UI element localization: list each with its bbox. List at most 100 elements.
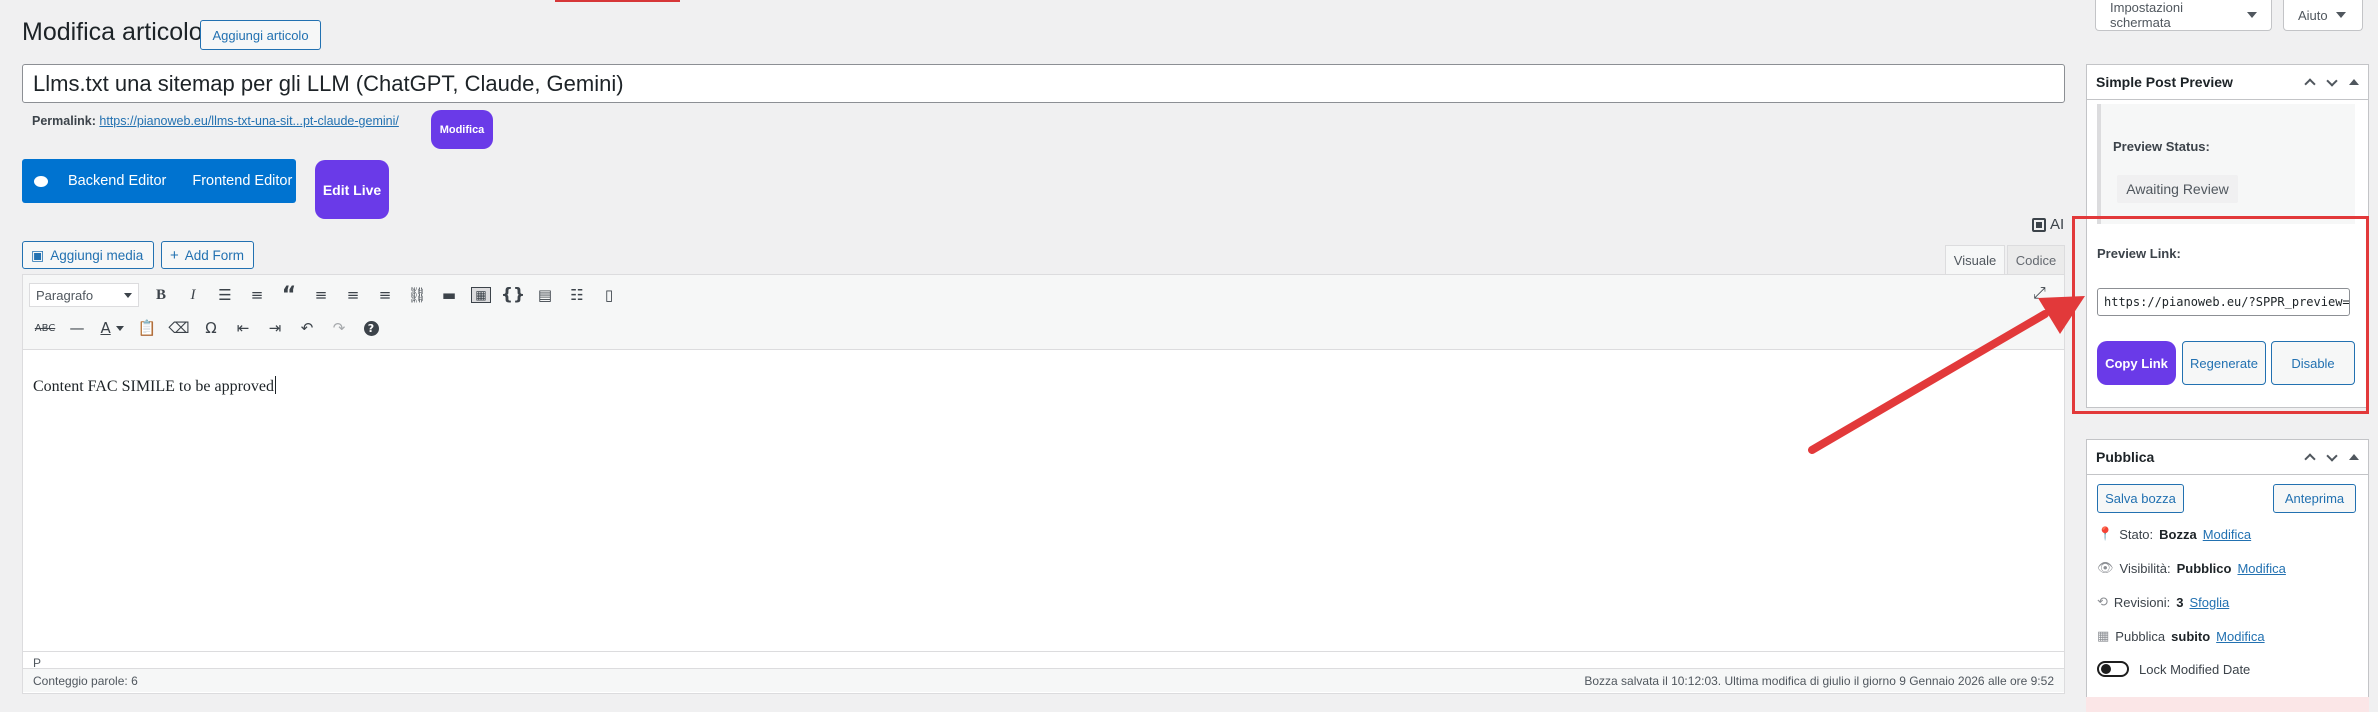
save-draft-button[interactable]: Salva bozza (2097, 484, 2184, 513)
publish-header: Pubblica (2086, 439, 2369, 475)
text-color-icon[interactable]: A (93, 314, 131, 342)
indent-icon[interactable]: ⇥ (259, 314, 291, 342)
permalink-label: Permalink: (32, 114, 96, 128)
tab-visual[interactable]: Visuale (1945, 245, 2005, 275)
read-more-icon[interactable]: ▬ (433, 281, 465, 309)
redo-icon[interactable]: ↷ (323, 314, 355, 342)
edit-live-button[interactable]: Edit Live (315, 160, 389, 219)
history-icon: ⟲ (2097, 594, 2108, 609)
publish-edit-link[interactable]: Modifica (2216, 629, 2264, 644)
align-center-icon[interactable]: ≡ (337, 281, 369, 309)
outdent-icon[interactable]: ⇤ (227, 314, 259, 342)
bullet-list-icon[interactable]: ☰ (209, 281, 241, 309)
code-braces-icon[interactable]: {} (497, 281, 529, 309)
numbered-list-icon[interactable]: ≡ (241, 281, 273, 309)
help-tab[interactable]: Aiuto (2283, 0, 2363, 31)
ai-label: AI (2050, 216, 2065, 233)
align-right-icon[interactable]: ≡ (369, 281, 401, 309)
publish-title: Pubblica (2096, 448, 2155, 465)
visibility-label: Visibilità: (2119, 560, 2171, 576)
format-select[interactable]: Paragrafo (29, 283, 139, 307)
top-accent-line (555, 0, 680, 2)
screen-options-tab[interactable]: Impostazioni schermata (2095, 0, 2272, 31)
list-icon[interactable]: ☷ (561, 281, 593, 309)
media-icon: ▣ (31, 246, 45, 263)
toolbar-toggle-icon[interactable]: ▦ (465, 281, 497, 309)
toolbar-row-1: Paragrafo B I ☰ ≡ “ ≡ ≡ ≡ ⛓ ▬ ▦ {} ▤ ☷ ▯ (29, 281, 625, 309)
editor-content[interactable]: Content FAC SIMILE to be approved (33, 376, 277, 396)
add-new-post-button[interactable]: Aggiungi articolo (200, 20, 321, 50)
status-edit-link[interactable]: Modifica (2203, 527, 2251, 542)
status-label: Stato: (2119, 526, 2154, 542)
chip-icon (2032, 217, 2046, 232)
document-icon[interactable]: ▤ (529, 281, 561, 309)
add-media-button[interactable]: ▣ Aggiungi media (22, 241, 154, 269)
undo-icon[interactable]: ↶ (291, 314, 323, 342)
copy-link-button[interactable]: Copy Link (2097, 341, 2176, 385)
lock-modified-toggle[interactable] (2097, 661, 2129, 677)
format-select-value: Paragrafo (36, 287, 94, 303)
regenerate-button[interactable]: Regenerate (2182, 341, 2266, 385)
publish-visibility-row: 👁 Visibilità: Pubblico Modifica (2097, 560, 2286, 576)
move-up-icon[interactable] (2305, 452, 2315, 462)
collapse-icon[interactable] (2349, 453, 2359, 460)
align-left-icon[interactable]: ≡ (305, 281, 337, 309)
publish-label: Pubblica (2115, 628, 2166, 644)
wpbakery-logo-icon (34, 175, 48, 187)
add-media-label: Aggiungi media (50, 247, 144, 263)
permalink-edit-button[interactable]: Modifica (431, 110, 493, 149)
editor-status-bar: Conteggio parole: 6 Bozza salvata il 10:… (23, 668, 2064, 692)
preview-status-panel (2097, 104, 2355, 224)
preview-link-value: https://pianoweb.eu/?SPPR_preview=fc (2104, 295, 2350, 309)
frontend-editor-button[interactable]: Frontend Editor (192, 173, 292, 189)
save-status: Bozza salvata il 10:12:03. Ultima modifi… (1584, 673, 2054, 688)
text-cursor (275, 376, 277, 394)
permalink-link[interactable]: https://pianoweb.eu/llms-txt-una-sit...p… (99, 114, 398, 128)
collapse-icon[interactable] (2349, 78, 2359, 85)
box-controls (2305, 452, 2359, 462)
move-down-icon[interactable] (2327, 452, 2337, 462)
post-title-input[interactable]: Llms.txt una sitemap per gli LLM (ChatGP… (22, 64, 2065, 103)
help-label: Aiuto (2298, 7, 2328, 23)
publish-value: subito (2171, 628, 2211, 644)
screen-options-label: Impostazioni schermata (2110, 0, 2183, 30)
plus-icon: + (170, 246, 179, 264)
visibility-edit-link[interactable]: Modifica (2237, 561, 2285, 576)
box-controls (2305, 77, 2359, 87)
preview-link-input[interactable]: https://pianoweb.eu/?SPPR_preview=fc (2097, 288, 2350, 316)
blockquote-icon[interactable]: “ (273, 281, 305, 309)
paste-text-icon[interactable]: 📋 (131, 314, 163, 342)
visibility-value: Pubblico (2176, 560, 2232, 576)
link-icon[interactable]: ⛓ (401, 281, 433, 309)
help-icon[interactable]: ? (355, 314, 387, 342)
bold-icon[interactable]: B (145, 281, 177, 309)
eye-icon: 👁 (2097, 560, 2114, 575)
backend-editor-button[interactable]: Backend Editor (68, 173, 166, 189)
clear-formatting-icon[interactable]: ⌫ (163, 314, 195, 342)
preview-button[interactable]: Anteprima (2273, 484, 2356, 513)
disable-button[interactable]: Disable (2271, 341, 2355, 385)
publish-revisions-row: ⟲ Revisioni: 3 Sfoglia (2097, 594, 2229, 610)
horizontal-line-icon[interactable]: — (61, 314, 93, 342)
add-form-button[interactable]: + Add Form (161, 241, 254, 269)
tab-code[interactable]: Codice (2007, 245, 2065, 275)
add-form-label: Add Form (184, 247, 245, 263)
publish-schedule-row: ▦ Pubblica subito Modifica (2097, 628, 2265, 644)
special-character-icon[interactable]: Ω (195, 314, 227, 342)
italic-icon[interactable]: I (177, 281, 209, 309)
ai-button[interactable]: AI (2032, 216, 2064, 233)
revisions-browse-link[interactable]: Sfoglia (2190, 595, 2230, 610)
simple-post-preview-title: Simple Post Preview (2096, 73, 2233, 90)
element-path: P (23, 651, 2064, 670)
strikethrough-icon[interactable]: ABC (29, 314, 61, 342)
chevron-down-icon (2335, 12, 2346, 18)
move-down-icon[interactable] (2327, 77, 2337, 87)
word-count: Conteggio parole: 6 (33, 673, 138, 688)
annotation-arrow (1808, 296, 2085, 454)
post-title-value: Llms.txt una sitemap per gli LLM (ChatGP… (33, 70, 624, 96)
pin-icon: 📍 (2097, 526, 2114, 541)
book-icon[interactable]: ▯ (593, 281, 625, 309)
move-up-icon[interactable] (2305, 77, 2315, 87)
page-builder-bar: Backend Editor Frontend Editor (22, 159, 296, 203)
calendar-icon: ▦ (2097, 628, 2110, 643)
